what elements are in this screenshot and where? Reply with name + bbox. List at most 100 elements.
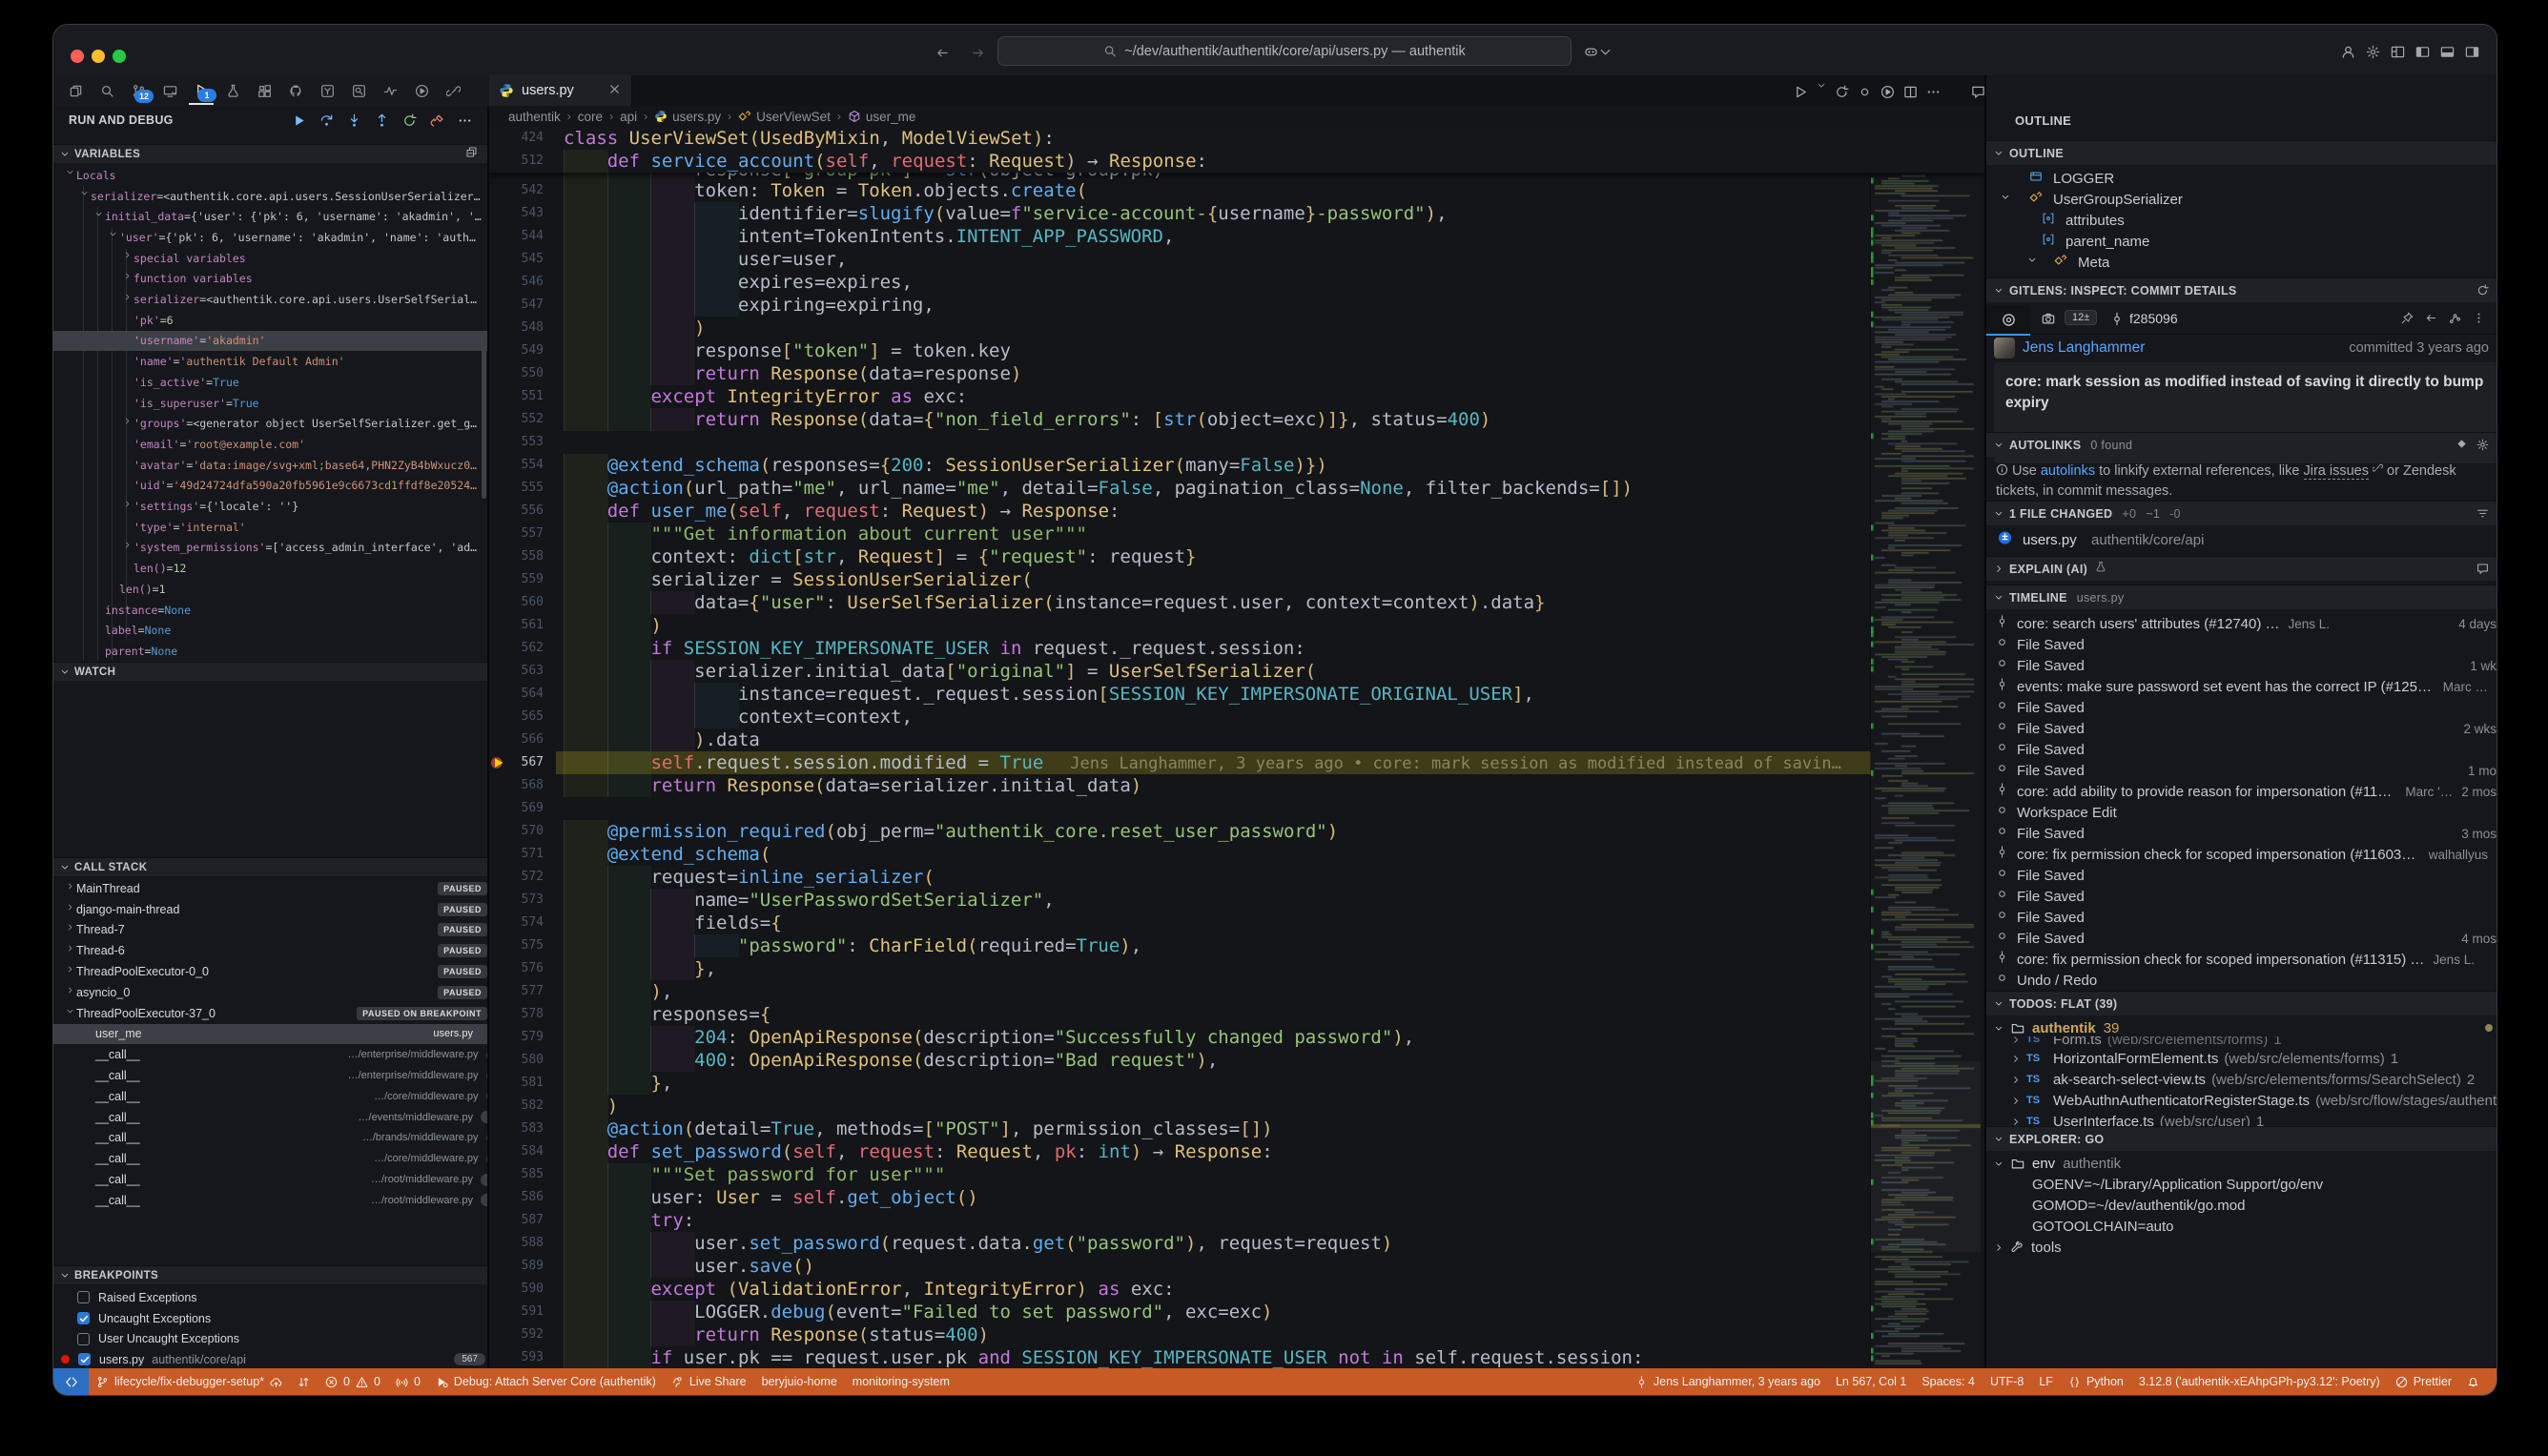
timeline-item[interactable]: File Saved xyxy=(1986,865,2497,886)
todo-file-row[interactable]: TSHorizontalFormElement.ts(web/src/eleme… xyxy=(1986,1048,2497,1069)
zoom-window-button[interactable] xyxy=(113,50,126,63)
circle-play-icon[interactable] xyxy=(1880,80,1895,104)
code-line[interactable]: 570@permission_required(obj_perm="authen… xyxy=(489,820,1873,843)
breadcrumb-item[interactable]: core xyxy=(578,110,603,124)
activity-item-link[interactable] xyxy=(441,77,465,104)
stack-frame-row[interactable]: __call__…/root/middleware.py275:1 xyxy=(53,1169,489,1190)
code-line[interactable]: 573name="UserPasswordSetSerializer", xyxy=(489,889,1873,912)
stack-frame-row[interactable]: user_meusers.py567:1 xyxy=(53,1024,489,1045)
statusbar-host-2[interactable]: monitoring-system xyxy=(845,1368,957,1395)
activity-item-gitlens-inspect[interactable] xyxy=(346,77,371,104)
code-line[interactable]: 580400: OpenApiResponse(description="Bad… xyxy=(489,1049,1873,1072)
code-line[interactable]: 543identifier=slugify(value=f"service-ac… xyxy=(489,202,1873,225)
statusbar-bell[interactable] xyxy=(2459,1368,2487,1395)
refresh-icon[interactable] xyxy=(2476,284,2489,297)
split-icon[interactable] xyxy=(1903,80,1918,104)
code-line[interactable]: 588user.set_password(request.data.get("p… xyxy=(489,1232,1873,1255)
variable-row[interactable]: len() = 12 xyxy=(53,558,489,579)
code-line[interactable]: 593if user.pk == request.user.pk and SES… xyxy=(489,1346,1873,1368)
code-line[interactable]: 546expires=expires, xyxy=(489,271,1873,294)
panel-left-icon[interactable] xyxy=(2415,45,2430,59)
timeline-item[interactable]: core: fix permission check for scoped im… xyxy=(1986,844,2497,865)
timeline-item[interactable]: Undo / Redo xyxy=(1986,970,2497,991)
statusbar-problems[interactable]: 00 xyxy=(318,1368,388,1395)
code-line[interactable]: 512def service_account(self, request: Re… xyxy=(489,150,1873,173)
code-line[interactable]: 556def user_me(self, request: Request) →… xyxy=(489,500,1873,523)
timeline-item[interactable]: File Saved xyxy=(1986,634,2497,655)
gear-icon[interactable] xyxy=(2476,439,2489,451)
chev-down-icon[interactable] xyxy=(1817,80,1826,90)
variable-row[interactable]: initial_data = {'user': {'pk': 6, 'usern… xyxy=(53,206,489,227)
statusbar-interpreter[interactable]: 3.12.8 ('authentik-xEAhpGPh-py3.12': Poe… xyxy=(2131,1368,2388,1395)
go-env-var[interactable]: GOENV=~/Library/Application Support/go/e… xyxy=(1986,1174,2497,1195)
stack-frame-row[interactable]: __call__…/enterprise/middleware.py39:1 xyxy=(53,1044,489,1065)
timeline-item[interactable]: events: make sure password set event has… xyxy=(1986,676,2497,697)
code-line[interactable]: 581}, xyxy=(489,1072,1873,1095)
outline-header[interactable]: OUTLINE xyxy=(1986,140,2497,165)
code-line[interactable]: 567self.request.session.modified = TrueJ… xyxy=(489,751,1873,774)
thread-row[interactable]: Thread-6PAUSED xyxy=(53,940,489,961)
code-line[interactable]: 559serializer = SessionUserSerializer( xyxy=(489,568,1873,591)
variable-row[interactable]: 'username' = 'akadmin' xyxy=(53,331,489,352)
timeline-item[interactable]: Workspace Edit xyxy=(1986,802,2497,823)
code-line[interactable]: 560data={"user": UserSelfSerializer(inst… xyxy=(489,591,1873,614)
minimize-window-button[interactable] xyxy=(92,50,105,63)
code-line[interactable]: 575"password": CharField(required=True), xyxy=(489,934,1873,957)
autolinks-header[interactable]: AUTOLINKS0 found xyxy=(1986,432,2497,457)
activity-item-github[interactable] xyxy=(283,77,308,104)
code-line[interactable]: 562if SESSION_KEY_IMPERSONATE_USER in re… xyxy=(489,637,1873,660)
code-line[interactable]: 572request=inline_serializer( xyxy=(489,866,1873,889)
scrollbar[interactable] xyxy=(482,346,486,499)
variable-row[interactable]: len() = 1 xyxy=(53,579,489,600)
activity-item-remote-monitor[interactable] xyxy=(157,77,182,104)
variable-row[interactable]: 'pk' = 6 xyxy=(53,310,489,331)
disconnect-button[interactable] xyxy=(427,111,446,130)
variable-row[interactable]: serializer = <authentik.core.api.users.U… xyxy=(53,289,489,310)
statusbar-prettier[interactable]: Prettier xyxy=(2388,1368,2459,1395)
kebab-icon[interactable] xyxy=(2473,312,2485,324)
breadcrumb-item[interactable]: user_me xyxy=(848,110,916,124)
breakpoint-row[interactable]: Uncaught Exceptions xyxy=(53,1308,489,1329)
step-out-button[interactable] xyxy=(372,111,391,130)
statusbar-cursor-position[interactable]: Ln 567, Col 1 xyxy=(1828,1368,1914,1395)
variable-row[interactable]: 'name' = 'authentik Default Admin' xyxy=(53,351,489,372)
gitlens-header[interactable]: GITLENS: INSPECT: COMMIT DETAILS xyxy=(1986,277,2497,302)
timeline-item[interactable]: File Saved xyxy=(1986,907,2497,928)
code-line[interactable]: 583@action(detail=True, methods=["POST"]… xyxy=(489,1118,1873,1140)
thread-row[interactable]: ThreadPoolExecutor-0_0PAUSED xyxy=(53,961,489,982)
stack-frame-row[interactable]: __call__…/enterprise/middleware.py39:1 xyxy=(53,1065,489,1086)
timeline-item[interactable]: File Saved xyxy=(1986,697,2497,718)
author-link[interactable]: Jens Langhammer xyxy=(2023,339,2145,357)
go-env-var[interactable]: GOTOOLCHAIN=auto xyxy=(1986,1216,2497,1237)
todo-file-row[interactable]: TSWebAuthnAuthenticatorRegisterStage.ts(… xyxy=(1986,1090,2497,1111)
changed-file-row[interactable]: users.pyauthentik/core/api xyxy=(1986,529,2497,550)
code-line[interactable]: 587try: xyxy=(489,1209,1873,1232)
outline-item[interactable]: parent_name xyxy=(1986,231,2497,252)
variable-row[interactable]: Locals xyxy=(53,165,489,186)
collapse-all-icon[interactable] xyxy=(465,146,478,158)
jira-issues-link[interactable]: Jira issues xyxy=(2304,463,2370,480)
code-line[interactable]: 591LOGGER.debug(event="Failed to set pas… xyxy=(489,1301,1873,1323)
variable-row[interactable]: 'is_active' = True xyxy=(53,372,489,393)
timeline-item[interactable]: File Saved3 mos xyxy=(1986,823,2497,844)
thread-row[interactable]: asyncio_0PAUSED xyxy=(53,982,489,1003)
step-over-button[interactable] xyxy=(317,111,336,130)
activity-item-flask[interactable] xyxy=(220,77,245,104)
timeline-item[interactable]: File Saved xyxy=(1986,886,2497,907)
variable-row[interactable]: label = None xyxy=(53,620,489,641)
timeline-item[interactable]: File Saved1 wk xyxy=(1986,655,2497,676)
code-line[interactable]: 561) xyxy=(489,614,1873,637)
code-line[interactable]: 542token: Token = Token.objects.create( xyxy=(489,179,1873,202)
code-line[interactable]: 544intent=TokenIntents.INTENT_APP_PASSWO… xyxy=(489,225,1873,248)
variable-row[interactable]: serializer = <authentik.core.api.users.S… xyxy=(53,186,489,207)
activity-item-search[interactable] xyxy=(94,77,119,104)
circle-icon[interactable] xyxy=(1858,80,1872,104)
restart-icon[interactable] xyxy=(1835,80,1849,104)
tab-users-py[interactable]: users.py xyxy=(489,75,632,106)
pin-icon[interactable] xyxy=(2401,312,2414,324)
copilot-icon[interactable] xyxy=(1584,45,1613,64)
code-line[interactable]: 574fields={ xyxy=(489,912,1873,934)
diamond-icon[interactable] xyxy=(2456,439,2467,449)
code-line[interactable]: 550return Response(data=response) xyxy=(489,362,1873,385)
code-line[interactable]: 549response["token"] = token.key xyxy=(489,339,1873,362)
